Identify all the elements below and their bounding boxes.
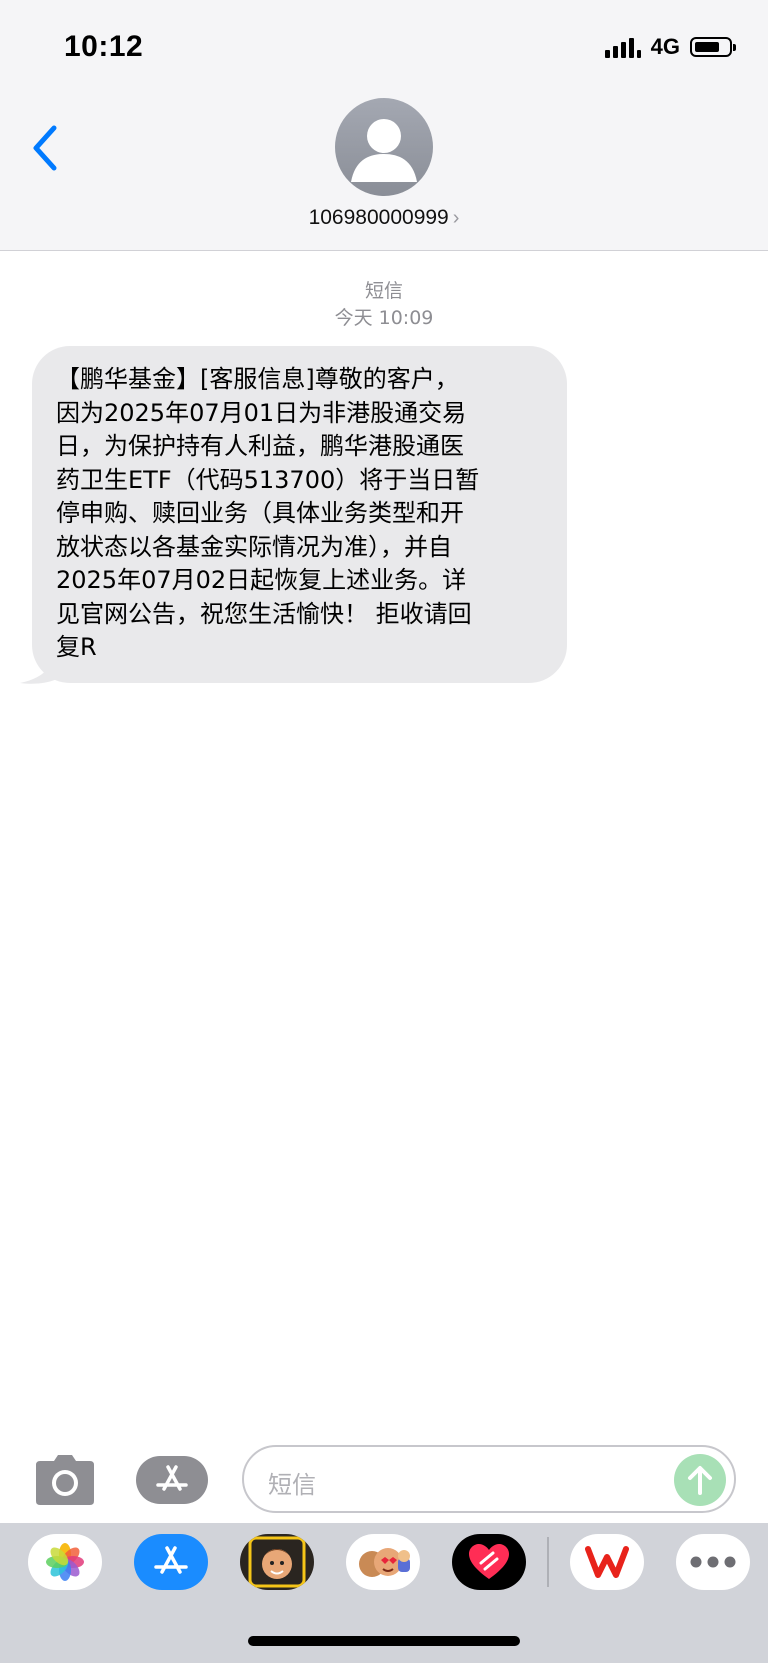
message-input-placeholder: 短信 [268, 1471, 316, 1499]
wps-logo-icon [585, 1546, 629, 1578]
photos-flower-icon [46, 1543, 84, 1581]
memoji-face-icon [248, 1536, 306, 1588]
app-store-button[interactable] [136, 1456, 208, 1504]
memoji-icon[interactable] [240, 1534, 314, 1590]
message-timestamp: 今天 10:09 [334, 307, 434, 329]
conversation-header: 10:12 4G 106980000999 › [0, 0, 768, 251]
contact-avatar[interactable] [335, 98, 433, 196]
stickers-icon[interactable] [346, 1534, 420, 1590]
drawer-divider [547, 1537, 549, 1587]
home-indicator[interactable] [248, 1636, 520, 1646]
ellipsis-icon [690, 1556, 736, 1568]
more-icon[interactable] [676, 1534, 750, 1590]
digital-touch-icon[interactable] [452, 1534, 526, 1590]
camera-icon[interactable] [34, 1455, 96, 1505]
contact-number: 106980000999 [308, 206, 449, 229]
cellular-signal-icon [604, 36, 641, 58]
chevron-right-icon: › [452, 207, 460, 229]
status-indicators: 4G [604, 34, 736, 60]
contact-name-row[interactable]: 106980000999 › [0, 206, 768, 230]
person-icon [351, 119, 417, 182]
status-time: 10:12 [64, 30, 144, 63]
send-button[interactable] [674, 1454, 726, 1506]
message-service-label: 短信 [364, 280, 403, 302]
memoji-stickers-icon [359, 1548, 410, 1577]
battery-icon [690, 37, 736, 57]
app-store-icon [156, 1465, 188, 1491]
network-type: 4G [650, 34, 680, 59]
app-store-glyph-icon [154, 1546, 188, 1574]
message-input[interactable]: 短信 [242, 1445, 736, 1513]
wps-icon[interactable] [570, 1534, 644, 1590]
app-store-icon[interactable] [134, 1534, 208, 1590]
incoming-message-bubble[interactable]: 【鹏华基金】[客服信息]尊敬的客户， 因为2025年07月01日为非港股通交易 … [32, 346, 567, 683]
imessage-app-drawer [0, 1523, 768, 1663]
photos-app-icon[interactable] [28, 1534, 102, 1590]
arrow-up-icon [688, 1466, 712, 1495]
back-chevron-icon[interactable] [30, 124, 60, 172]
message-text: 【鹏华基金】[客服信息]尊敬的客户， 因为2025年07月01日为非港股通交易 … [56, 365, 480, 661]
heart-icon [469, 1544, 509, 1579]
